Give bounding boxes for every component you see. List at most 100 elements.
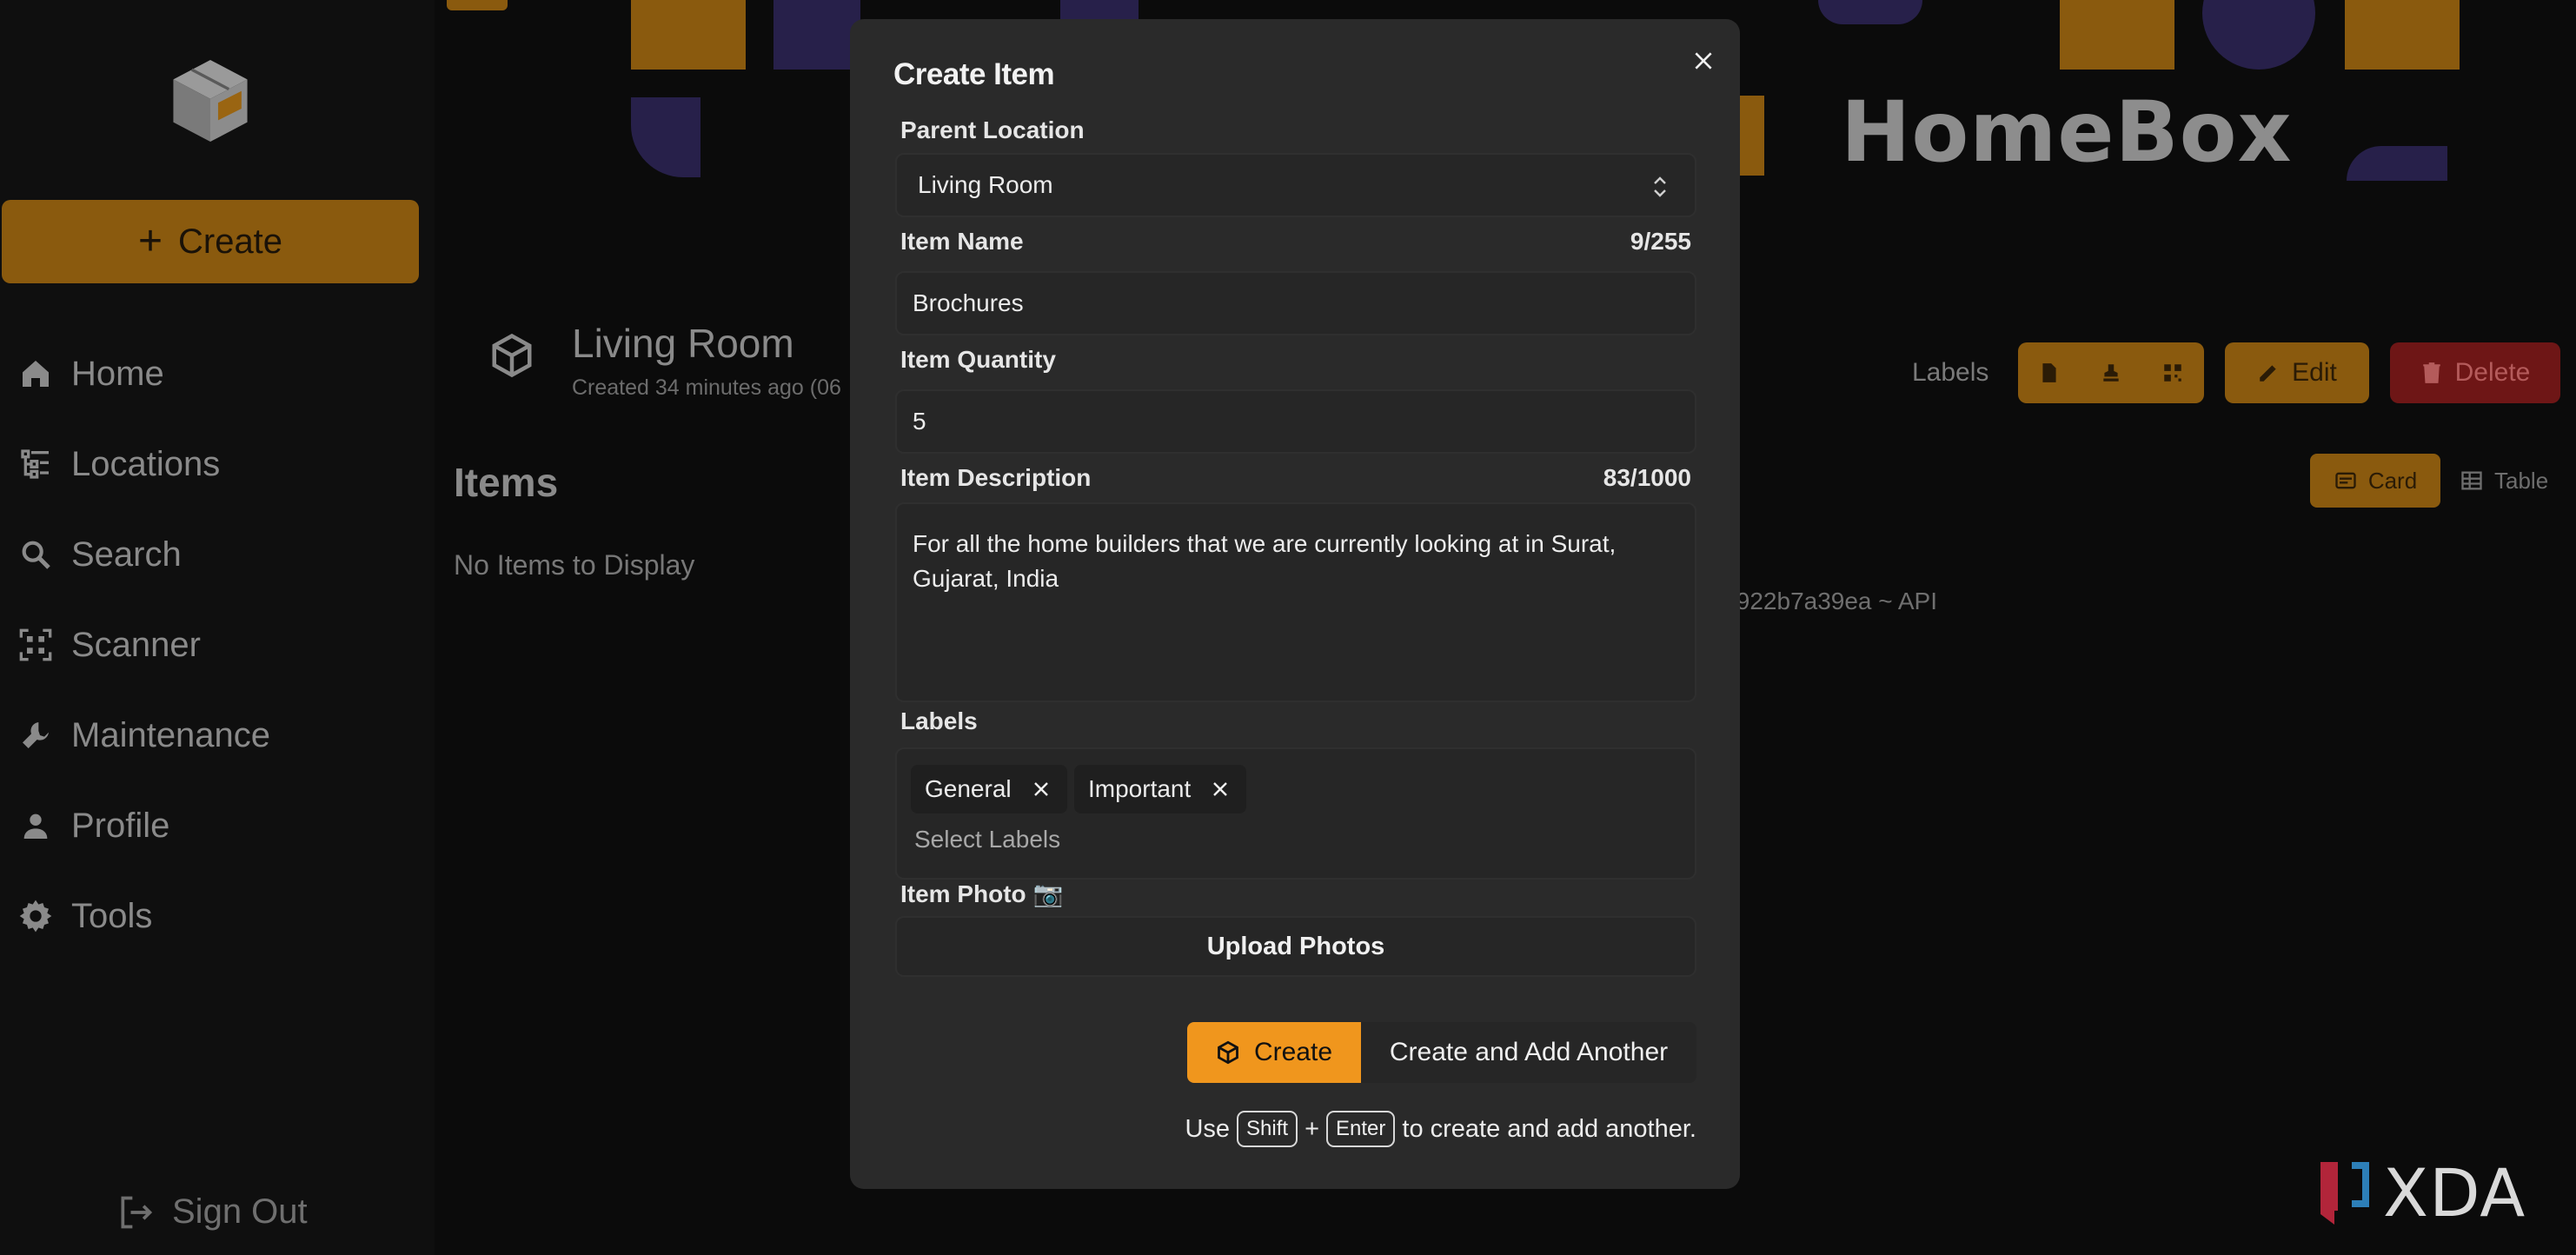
xda-watermark: XDA (2314, 1154, 2526, 1232)
cube-icon (1218, 1040, 1238, 1065)
sidebar-item-scanner[interactable]: Scanner (16, 600, 270, 690)
homebox-logo-icon (173, 59, 248, 143)
item-name-label: Item Name (900, 228, 1024, 255)
plus-icon: + (137, 218, 163, 264)
card-view-icon (2335, 472, 2356, 489)
card-label: Card (2367, 467, 2418, 494)
label-chip-text: General (925, 775, 1012, 802)
sidebar-create-label: Create (177, 222, 283, 261)
remove-label-icon[interactable] (1031, 779, 1052, 800)
upload-photos-button[interactable]: Upload Photos (895, 916, 1696, 977)
item-photo-label: Item Photo 📷 (900, 880, 1064, 907)
sidebar-item-label: Search (71, 535, 182, 574)
home-icon (16, 354, 56, 394)
sidebar-item-label: Home (71, 354, 164, 393)
parent-location-select[interactable]: Living Room (895, 153, 1696, 217)
qr-scanner-icon (16, 625, 56, 665)
sidebar-item-search[interactable]: Search (16, 509, 270, 600)
edit-button[interactable]: Edit (2225, 342, 2369, 403)
remove-label-icon[interactable] (1210, 779, 1231, 800)
gear-icon (16, 896, 56, 936)
edit-label: Edit (2292, 358, 2337, 387)
table-label: Table (2494, 467, 2549, 494)
sidebar-create-button[interactable]: + Create (2, 200, 419, 283)
location-created: Created 34 minutes ago (06 (572, 375, 841, 400)
view-table-button[interactable]: Table (2460, 454, 2576, 508)
homebox-brand: HomeBox (1841, 83, 2293, 181)
hint-plus: + (1305, 1114, 1320, 1143)
enter-key: Enter (1326, 1111, 1396, 1147)
qr-code-icon[interactable] (2161, 362, 2184, 384)
item-description-counter: 83/1000 (1603, 464, 1691, 491)
document-icon[interactable] (2038, 362, 2061, 384)
labels-label: Labels (900, 707, 978, 734)
banner-shape (447, 0, 508, 10)
close-icon (1695, 52, 1712, 70)
delete-label: Delete (2454, 358, 2531, 387)
item-name-counter: 9/255 (1630, 228, 1691, 255)
create-and-add-another-button[interactable]: Create and Add Another (1361, 1022, 1696, 1083)
sidebar-item-home[interactable]: Home (16, 329, 270, 419)
sign-out-icon (121, 1196, 153, 1228)
stamp-icon[interactable] (2100, 362, 2122, 384)
search-icon (16, 535, 56, 574)
label-chip-important: Important (1074, 765, 1247, 813)
item-quantity-input[interactable] (895, 389, 1696, 454)
label-chip-text: Important (1088, 775, 1192, 802)
labels-multiselect[interactable]: General Important Select Labels (895, 747, 1696, 880)
api-version-text: f922b7a39ea ~ API (1730, 588, 1937, 614)
banner-shape (631, 0, 746, 70)
item-description-textarea[interactable]: For all the home builders that we are cu… (895, 502, 1696, 702)
location-title: Living Room (572, 321, 794, 366)
sidebar-item-label: Profile (71, 806, 170, 845)
create-button[interactable]: Create (1187, 1022, 1361, 1083)
banner-shape (773, 0, 860, 70)
parent-location-label: Parent Location (900, 116, 1085, 143)
xda-logo-icon (2320, 1161, 2369, 1225)
sidebar: + Create Home Locations Search Scanner M… (0, 0, 435, 1255)
sidebar-item-label: Locations (71, 444, 221, 483)
select-labels-placeholder[interactable]: Select Labels (914, 826, 1060, 853)
person-icon (16, 806, 56, 846)
sidebar-item-label: Maintenance (71, 715, 271, 754)
sidebar-item-label: Tools (71, 896, 153, 935)
modal-title: Create Item (893, 57, 1055, 91)
hint-use: Use (1185, 1114, 1231, 1143)
pencil-icon (2260, 365, 2276, 382)
sidebar-item-tools[interactable]: Tools (16, 871, 270, 961)
sign-out-button[interactable]: Sign Out (116, 1192, 308, 1232)
banner-shape (2202, 0, 2315, 70)
sidebar-nav: Home Locations Search Scanner Maintenanc… (16, 329, 270, 961)
empty-items-text: No Items to Display (454, 549, 695, 581)
table-view-icon (2461, 471, 2482, 490)
view-card-button[interactable]: Card (2310, 454, 2440, 508)
parent-location-value: Living Room (918, 171, 1053, 198)
sidebar-item-profile[interactable]: Profile (16, 780, 270, 871)
close-button[interactable] (1688, 45, 1719, 76)
trash-icon (2422, 362, 2440, 383)
hint-rest: to create and add another. (1402, 1114, 1696, 1143)
item-name-input[interactable] (895, 271, 1696, 335)
items-heading: Items (454, 460, 559, 505)
delete-button[interactable]: Delete (2390, 342, 2560, 403)
cube-icon (492, 333, 532, 378)
create-item-modal: Create Item Parent Location Living Room … (850, 19, 1740, 1189)
chevron-up-down-icon (1654, 176, 1666, 197)
sidebar-item-label: Scanner (71, 625, 201, 664)
wrench-icon (16, 715, 56, 755)
sign-out-label: Sign Out (172, 1192, 308, 1231)
banner-shape (1818, 0, 1922, 24)
sidebar-item-locations[interactable]: Locations (16, 419, 270, 509)
banner-shape (2347, 146, 2447, 181)
sidebar-item-maintenance[interactable]: Maintenance (16, 690, 270, 780)
label-chip-general: General (911, 765, 1067, 813)
labels-text: Labels (1912, 358, 1989, 387)
banner-shape (631, 97, 700, 177)
banner-shape (1738, 96, 1764, 176)
xda-text: XDA (2383, 1154, 2526, 1232)
shift-key: Shift (1237, 1111, 1298, 1147)
item-quantity-label: Item Quantity (900, 346, 1056, 373)
locations-icon (16, 444, 56, 484)
banner-shape (2345, 0, 2460, 70)
item-description-label: Item Description (900, 464, 1092, 491)
